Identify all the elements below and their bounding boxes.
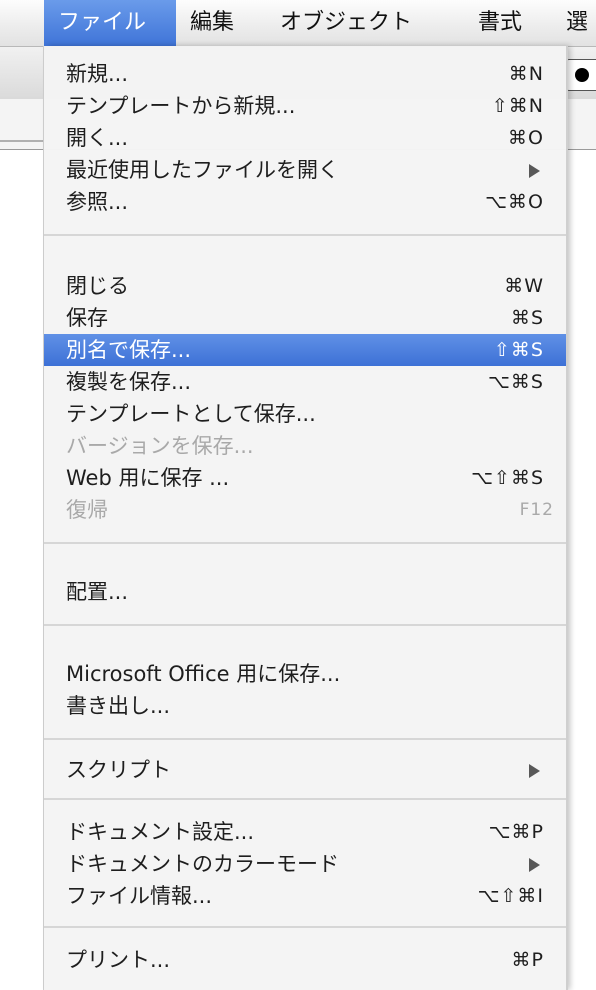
menubar-type[interactable]: 書式	[464, 0, 536, 46]
menu-item-label: 書き出し...	[66, 694, 171, 718]
menu-item-shortcut: ⌘O	[508, 127, 544, 149]
menu-item-shortcut: ⇧⌘N	[491, 95, 544, 117]
fill-color-swatch[interactable]	[566, 59, 596, 91]
menu-item-save-as[interactable]: 別名で保存... ⇧⌘S	[44, 334, 566, 366]
menu-item-label: Microsoft Office 用に保存...	[66, 662, 341, 686]
menu-item-shortcut: ⌘W	[504, 275, 544, 297]
menu-separator	[44, 926, 566, 928]
menu-item-document-setup[interactable]: ドキュメント設定... ⌥⌘P	[44, 816, 566, 848]
menubar-object[interactable]: オブジェクト	[266, 0, 426, 46]
menu-item-shortcut: ⌥⌘O	[485, 191, 544, 213]
menu-item-label: 複製を保存...	[66, 370, 192, 394]
menubar-edit[interactable]: 編集	[176, 0, 248, 46]
menu-item-print[interactable]: プリント... ⌘P	[44, 944, 566, 976]
menu-item-label: Web 用に保存 ...	[66, 466, 230, 490]
menu-item-label: ドキュメント設定...	[66, 820, 255, 844]
color-dot-icon	[575, 68, 589, 82]
menu-item-shortcut: ⌥⇧⌘I	[477, 885, 544, 907]
submenu-arrow-icon	[529, 764, 540, 778]
menu-item-shortcut: ⇧⌘S	[494, 339, 544, 361]
menu-item-label: テンプレートから新規...	[66, 94, 296, 118]
menu-item-label: 別名で保存...	[66, 338, 192, 362]
menu-item-save[interactable]: 保存 ⌘S	[44, 302, 566, 334]
menu-item-label: 閉じる	[66, 274, 129, 298]
menu-bar: ファイル 編集 オブジェクト 書式 選	[0, 0, 596, 47]
menu-item-file-info[interactable]: ファイル情報... ⌥⇧⌘I	[44, 880, 566, 912]
menu-item-save-version: バージョンを保存...	[44, 430, 566, 462]
file-menu-dropdown: 新規... ⌘N テンプレートから新規... ⇧⌘N 開く... ⌘O 最近使用…	[44, 46, 566, 990]
menu-item-save-as-template[interactable]: テンプレートとして保存...	[44, 398, 566, 430]
menu-item-label: 保存	[66, 306, 108, 330]
menu-item-save-copy[interactable]: 複製を保存... ⌥⌘S	[44, 366, 566, 398]
menu-item-shortcut: ⌘P	[511, 949, 544, 971]
menu-item-scripts[interactable]: スクリプト	[44, 754, 566, 786]
menu-item-label: スクリプト	[66, 758, 171, 782]
menu-separator	[44, 542, 566, 544]
menu-item-label: ドキュメントのカラーモード	[66, 852, 339, 876]
menubar-select[interactable]: 選	[552, 0, 596, 46]
screen: ファイル 編集 オブジェクト 書式 選 新規... ⌘N テンプレートから新規.…	[0, 0, 596, 990]
menu-item-shortcut: ⌥⇧⌘S	[471, 467, 544, 489]
submenu-arrow-icon	[529, 858, 540, 872]
menu-item-label: 配置...	[66, 580, 129, 604]
menu-item-label: 復帰	[66, 498, 108, 522]
menu-item-label: 参照...	[66, 190, 129, 214]
menu-item-open-recent[interactable]: 最近使用したファイルを開く	[44, 154, 566, 186]
menu-separator	[44, 798, 566, 800]
menu-item-new-from-template[interactable]: テンプレートから新規... ⇧⌘N	[44, 90, 566, 122]
menu-item-shortcut: F12	[519, 500, 554, 520]
menu-separator	[44, 738, 566, 740]
menu-item-shortcut: ⌘N	[508, 63, 544, 85]
menu-item-export[interactable]: 書き出し...	[44, 690, 566, 722]
menu-item-open[interactable]: 開く... ⌘O	[44, 122, 566, 154]
submenu-arrow-icon	[529, 164, 540, 178]
menu-separator	[44, 234, 566, 236]
menu-item-place[interactable]: 配置...	[44, 576, 566, 608]
window-edge-line	[0, 140, 44, 142]
menu-item-label: テンプレートとして保存...	[66, 402, 316, 426]
menu-item-new[interactable]: 新規... ⌘N	[44, 58, 566, 90]
menu-item-label: プリント...	[66, 948, 171, 972]
menu-item-label: 新規...	[66, 62, 129, 86]
menu-item-shortcut: ⌥⌘P	[488, 821, 544, 843]
menu-item-label: 最近使用したファイルを開く	[66, 158, 339, 182]
menu-item-save-for-office[interactable]: Microsoft Office 用に保存...	[44, 658, 566, 690]
menu-item-revert: 復帰 F12	[44, 494, 566, 526]
menu-item-shortcut: ⌥⌘S	[488, 371, 544, 393]
menu-item-label: ファイル情報...	[66, 884, 213, 908]
menu-item-browse[interactable]: 参照... ⌥⌘O	[44, 186, 566, 218]
menu-separator	[44, 624, 566, 626]
menu-item-document-color-mode[interactable]: ドキュメントのカラーモード	[44, 848, 566, 880]
menu-item-shortcut: ⌘S	[510, 307, 544, 329]
menubar-file[interactable]: ファイル	[44, 0, 176, 46]
menu-item-label: バージョンを保存...	[66, 434, 254, 458]
menu-item-save-for-web[interactable]: Web 用に保存 ... ⌥⇧⌘S	[44, 462, 566, 494]
menu-item-label: 開く...	[66, 126, 129, 150]
menu-item-close[interactable]: 閉じる ⌘W	[44, 270, 566, 302]
